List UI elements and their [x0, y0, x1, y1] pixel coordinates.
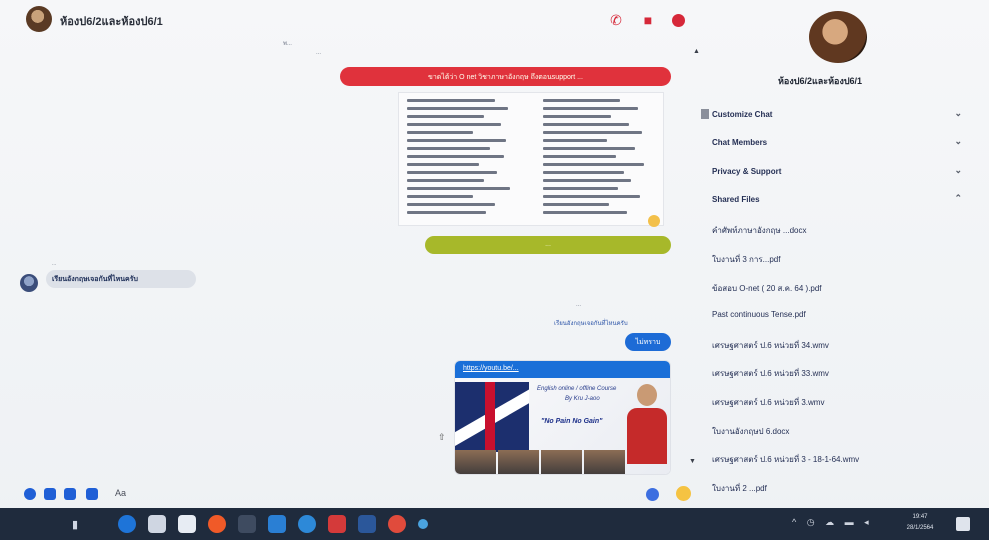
task-view-icon[interactable]: ▮ — [72, 518, 84, 531]
group-avatar[interactable] — [26, 6, 52, 32]
message-bubble-olive[interactable]: ... — [425, 236, 671, 254]
received-message[interactable]: เรียนอังกฤษเจอกันที่ไหนครับ — [46, 270, 196, 288]
reply-quote: เรียนอังกฤษเจอกันที่ไหนครับ — [554, 321, 628, 327]
customize-chat-label: Customize Chat — [712, 110, 773, 119]
document-icon — [701, 109, 709, 119]
gif-icon[interactable] — [86, 488, 98, 500]
add-icon[interactable] — [24, 488, 36, 500]
chrome-icon[interactable] — [388, 515, 406, 533]
link-url[interactable]: https://youtu.be/... — [455, 361, 670, 378]
message-meta: พ... — [283, 41, 292, 47]
clock-time: 19:47 — [912, 514, 928, 520]
like-icon[interactable] — [676, 486, 691, 501]
firefox-icon[interactable] — [208, 515, 226, 533]
store-icon[interactable] — [178, 515, 196, 533]
message-meta: ... — [316, 50, 322, 56]
chevron-up-icon[interactable]: ⌃ — [954, 193, 962, 204]
shared-files-label: Shared Files — [712, 195, 760, 204]
chevron-down-icon[interactable]: ⌄ — [954, 136, 962, 147]
panel-avatar[interactable] — [809, 11, 867, 63]
shared-file-item[interactable]: เศรษฐศาสตร์ ป.6 หน่วยที่ 34.wmv — [712, 339, 952, 352]
messenger-window: ห้องป6/2และห้องป6/1 ✆ ■ ▲ พ... ... ขาดไต… — [0, 0, 989, 540]
shared-file-item[interactable]: ใบงานที่ 3 การ...pdf — [712, 253, 952, 266]
scroll-up-icon[interactable]: ▲ — [693, 48, 700, 55]
shared-file-item[interactable]: เศรษฐศาสตร์ ป.6 หน่วยที่ 33.wmv — [712, 367, 952, 380]
card-author: By Kru J-aoo — [565, 396, 600, 402]
app-icon[interactable] — [418, 519, 428, 529]
teacher-photo — [627, 384, 667, 470]
chevron-down-icon[interactable]: ⌄ — [954, 108, 962, 119]
edge-icon[interactable] — [118, 515, 136, 533]
panel-chat-name: ห้องป6/2และห้องป6/1 — [778, 76, 863, 86]
sticker-icon[interactable] — [64, 488, 76, 500]
info-icon[interactable] — [672, 14, 685, 27]
media-icon[interactable] — [328, 515, 346, 533]
system-tray-icons[interactable]: ^ ◷ ☁ ▬ ◂ — [792, 517, 873, 528]
privacy-support-row[interactable]: Privacy & Support ⌄ — [712, 164, 962, 182]
emoji-icon[interactable] — [646, 488, 659, 501]
message-bubble-red[interactable]: ขาดไต้ว่า O net วิชาภาษาอังกฤษ ถึงตอนsup… — [340, 67, 671, 86]
customize-chat-row[interactable]: Customize Chat ⌄ — [701, 107, 962, 125]
shared-file-item[interactable]: คำศัพท์ภาษาอังกฤษ ...docx — [712, 224, 952, 237]
reaction-emoji-icon[interactable] — [648, 215, 660, 227]
video-icon[interactable]: ■ — [640, 12, 656, 28]
privacy-support-label: Privacy & Support — [712, 167, 782, 176]
chat-header: ห้องป6/2และห้องป6/1 ✆ ■ — [0, 0, 700, 40]
message-composer: Aa — [0, 480, 700, 508]
shared-file-item[interactable]: เศรษฐศาสตร์ ป.6 หน่วยที่ 3 - 18-1-64.wmv — [712, 453, 952, 466]
sender-name: ... — [52, 261, 57, 267]
chat-info-panel: ห้องป6/2และห้องป6/1 Customize Chat ⌄ Cha… — [700, 0, 989, 508]
shared-image-worksheet[interactable] — [398, 92, 664, 226]
internet-explorer-icon[interactable] — [298, 515, 316, 533]
chat-members-label: Chat Members — [712, 138, 768, 147]
word-icon[interactable] — [358, 515, 376, 533]
card-course-title: English online / offline Course — [537, 386, 617, 392]
taskbar-clock[interactable]: 19:47 28/1/2564 — [898, 512, 942, 534]
reply-meta: ... — [576, 302, 582, 308]
shared-file-item[interactable]: ใบงานอังกฤษป 6.docx — [712, 425, 952, 438]
app-icon[interactable] — [238, 515, 256, 533]
message-input[interactable]: Aa — [115, 488, 126, 498]
chevron-down-icon[interactable]: ⌄ — [954, 165, 962, 176]
phone-icon[interactable]: ✆ — [608, 12, 624, 28]
share-icon[interactable]: ⇧ — [438, 432, 446, 443]
shared-files-row[interactable]: Shared Files ⌃ — [712, 192, 962, 210]
clock-date: 28/1/2564 — [906, 525, 934, 531]
scroll-down-icon[interactable]: ▼ — [689, 458, 696, 465]
message-list[interactable]: ▲ พ... ... ขาดไต้ว่า O net วิชาภาษาอังกฤ… — [0, 40, 700, 480]
notification-icon[interactable] — [956, 517, 970, 531]
link-preview-card[interactable]: https://youtu.be/... English online / of… — [454, 360, 671, 475]
chat-title[interactable]: ห้องป6/2และห้องป6/1 — [60, 12, 163, 30]
shared-file-item[interactable]: ข้อสอบ O-net ( 20 ส.ค. 64 ).pdf — [712, 282, 952, 295]
header-actions: ✆ ■ — [608, 12, 685, 28]
sender-avatar[interactable] — [20, 274, 38, 292]
windows-taskbar: ▮ ^ ◷ ☁ ▬ ◂ 19:47 28/1/2564 — [0, 508, 989, 540]
photo-icon[interactable] — [44, 488, 56, 500]
worksheet-column — [543, 99, 653, 219]
shared-file-item[interactable]: Past continuous Tense.pdf — [712, 310, 952, 319]
file-explorer-icon[interactable] — [148, 515, 166, 533]
shared-file-item[interactable]: ใบงานที่ 2 ...pdf — [712, 482, 952, 495]
photo-strip — [455, 450, 625, 474]
sent-reply-bubble[interactable]: ไม่ทราบ — [625, 333, 671, 351]
worksheet-column — [407, 99, 517, 219]
card-slogan: "No Pain No Gain" — [541, 418, 603, 425]
union-flag-image — [455, 382, 529, 452]
chat-members-row[interactable]: Chat Members ⌄ — [712, 135, 962, 153]
shared-file-item[interactable]: เศรษฐศาสตร์ ป.6 หน่วยที่ 3.wmv — [712, 396, 952, 409]
mail-icon[interactable] — [268, 515, 286, 533]
link-thumbnail: English online / offline Course By Kru J… — [455, 378, 670, 474]
